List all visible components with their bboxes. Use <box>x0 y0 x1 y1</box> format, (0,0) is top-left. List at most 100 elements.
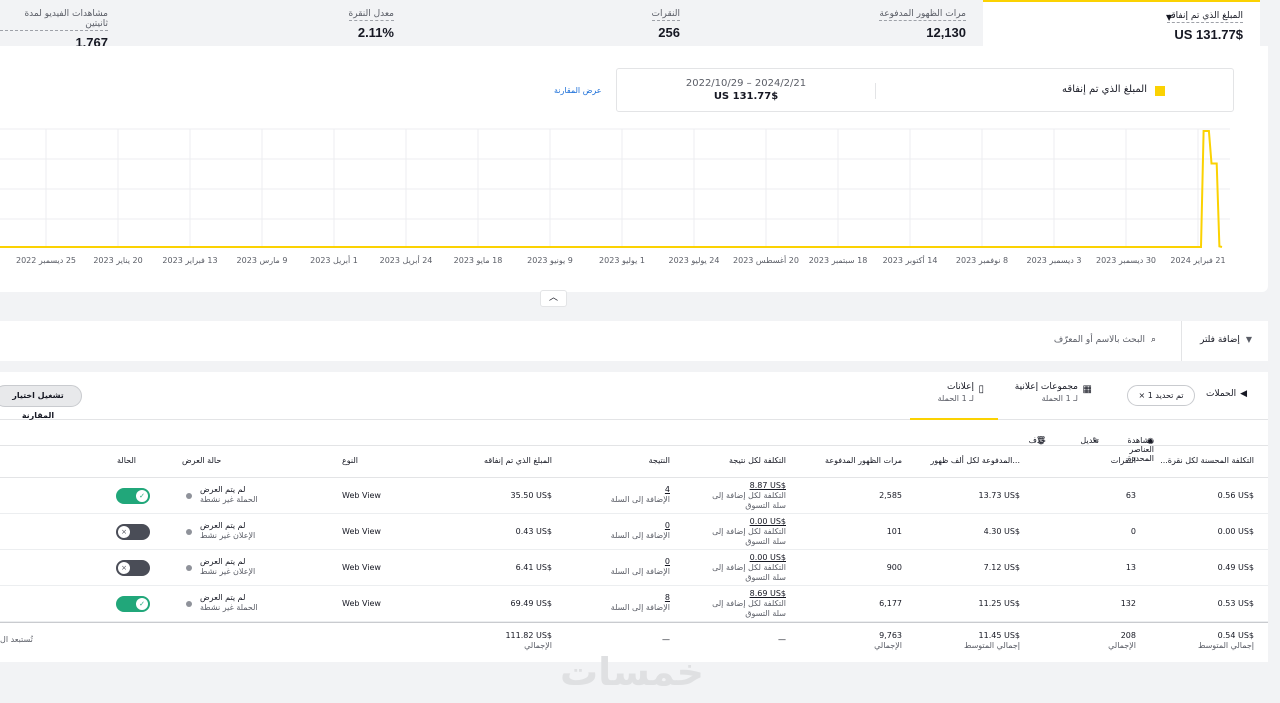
cell-result[interactable]: 0 <box>665 557 670 567</box>
metric-label: مشاهدات الفيديو لمدة ثانيتين <box>0 9 108 31</box>
selected-chip[interactable]: تم تحديد 1 × <box>1127 385 1195 406</box>
cell-cost-per-result[interactable]: 0.00 US$ <box>750 553 786 563</box>
total-impressions-label: الإجمالي <box>874 641 902 650</box>
close-icon[interactable]: × <box>1139 391 1146 400</box>
tab-campaigns[interactable]: ◀الحملات <box>1206 389 1247 399</box>
legend-metric-label: المبلغ الذي تم إنفاقه <box>1062 84 1147 95</box>
cell-cost-per-result[interactable]: 8.87 US$ <box>750 481 786 491</box>
chip-label: تم تحديد 1 <box>1147 391 1184 400</box>
x-tick-label: 1 أبريل 2023 <box>310 255 358 265</box>
metric-spend[interactable]: ▼ المبلغ الذي تم إنفاقه $US 131.77 <box>983 0 1260 46</box>
x-tick-label: 30 ديسمبر 2023 <box>1096 256 1156 265</box>
legend-amount: $US 131.77 <box>713 91 779 102</box>
status-toggle[interactable]: ✓ <box>116 488 150 504</box>
total-cost-per-result: — <box>778 635 786 644</box>
total-cpm-label: إجمالي المتوسط <box>963 641 1020 650</box>
add-filter-label: إضافة فلتر <box>1200 335 1240 345</box>
cell-impressions: 2,585 <box>879 491 902 500</box>
cell-delivery-sub: الإعلان غير نشط <box>200 567 256 576</box>
watermark-logo: خمسات <box>560 650 704 694</box>
col-impressions[interactable]: مرات الظهور المدفوعة <box>825 456 902 465</box>
cell-spend: 0.43 US$ <box>515 527 552 536</box>
chevron-up-icon[interactable]: ︿ <box>540 290 567 307</box>
cell-delivery: لم يتم العرض <box>200 593 246 602</box>
add-filter-button[interactable]: ▼ إضافة فلتر <box>1200 335 1252 345</box>
cell-result-sub: الإضافة إلى السلة <box>610 531 670 540</box>
bulk-actions: مشاهدة العناصر المحددة ◉ تعديل ✎ حذف 🗑 <box>0 420 1268 463</box>
cell-result[interactable]: 8 <box>665 593 670 603</box>
cell-delivery-sub: الحملة غير نشطة <box>200 603 258 612</box>
table-row[interactable]: 0.53 US$ 132 11.25 US$ 6,177 8.69 US$ التكلفة… <box>0 586 1268 622</box>
cell-cpm: 7.12 US$ <box>983 563 1020 572</box>
cell-cost-per-result[interactable]: 0.00 US$ <box>750 517 786 527</box>
megaphone-icon: ◀ <box>1240 389 1248 399</box>
metric-label: النقرات <box>651 9 680 21</box>
col-status[interactable]: الحالة <box>117 456 136 465</box>
check-icon: ✓ <box>136 598 148 610</box>
cell-cpc: 0.53 US$ <box>1217 599 1254 608</box>
metric-value: 2.11% <box>357 25 394 40</box>
tab-label: الحملات <box>1206 389 1237 399</box>
cell-clicks: 0 <box>1130 527 1136 536</box>
status-toggle[interactable]: × <box>116 524 150 540</box>
status-dot <box>186 529 192 535</box>
status-dot <box>186 565 192 571</box>
x-tick-label: 20 يناير 2023 <box>93 256 142 265</box>
cell-result[interactable]: 0 <box>665 521 670 531</box>
x-tick-label: 8 نوفمبر 2023 <box>956 256 1008 265</box>
x-tick-label: 21 فبراير 2024 <box>1170 256 1225 265</box>
metric-clicks[interactable]: النقرات 256 <box>600 0 680 46</box>
table-row[interactable]: 0.49 US$ 13 7.12 US$ 900 0.00 US$ التكلفة لكل… <box>0 550 1268 586</box>
cell-type: Web View <box>342 563 381 572</box>
status-toggle[interactable]: ✓ <box>116 596 150 612</box>
x-tick-label: 9 يونيو 2023 <box>527 256 573 265</box>
cell-type: Web View <box>342 527 381 536</box>
search-input[interactable]: ⌕ البحث بالاسم أو المعرّف <box>1054 335 1156 345</box>
cell-result-sub: الإضافة إلى السلة <box>610 567 670 576</box>
cell-cpc: 0.56 US$ <box>1217 491 1254 500</box>
metric-ctr[interactable]: معدل النقرة 2.11% <box>300 0 394 46</box>
cell-delivery: لم يتم العرض <box>200 557 246 566</box>
cell-cost-per-result[interactable]: 8.69 US$ <box>750 589 786 599</box>
tab-ads[interactable]: ▯ إعلانات لـ 1 الحملة <box>910 382 998 420</box>
metric-value: 12,130 <box>926 25 966 40</box>
metric-impressions[interactable]: مرات الظهور المدفوعة 12,130 <box>860 0 966 46</box>
table-card: ◀الحملات تم تحديد 1 × ▦ مجموعات إعلانية … <box>0 372 1268 662</box>
cell-impressions: 900 <box>886 563 902 572</box>
cell-cpc: 0.00 US$ <box>1217 527 1254 536</box>
metric-video-views[interactable]: مشاهدات الفيديو لمدة ثانيتين 1,767 <box>0 0 108 50</box>
table-row[interactable]: 0.00 US$ 0 4.30 US$ 101 0.00 US$ التكلفة لكل … <box>0 514 1268 550</box>
metric-label: معدل النقرة <box>348 9 394 21</box>
cell-delivery-sub: الإعلان غير نشط <box>200 531 256 540</box>
col-type[interactable]: النوع <box>342 456 358 465</box>
x-tick-label: 13 فبراير 2023 <box>162 256 217 265</box>
tab-label: إعلانات <box>947 382 974 392</box>
chevron-down-icon[interactable]: ▼ <box>1166 13 1172 22</box>
cell-delivery-sub: الحملة غير نشطة <box>200 495 258 504</box>
compare-link[interactable]: عرض المقارنة <box>554 86 602 95</box>
divider <box>1181 321 1182 361</box>
col-cpm[interactable]: ...المدفوعة لكل ألف ظهور <box>930 456 1020 465</box>
table-row[interactable]: 0.56 US$ 63 13.73 US$ 2,585 8.87 US$ التكلفة … <box>0 478 1268 514</box>
table-header: التكلفة المحسنة لكل نقرة... النقرات ...ا… <box>0 446 1268 478</box>
total-result: — <box>662 635 670 644</box>
status-toggle[interactable]: × <box>116 560 150 576</box>
cell-cpm: 4.30 US$ <box>983 527 1020 536</box>
close-icon: × <box>118 526 130 538</box>
tab-sublabel: لـ 1 الحملة <box>1041 394 1078 403</box>
cell-result-sub: الإضافة إلى السلة <box>610 495 670 504</box>
run-compare-button[interactable]: تشغيل اختيار المقارنة <box>0 385 82 420</box>
col-clicks[interactable]: النقرات <box>1111 456 1136 465</box>
cell-cost-per-result-sub: سلة التسوق <box>745 609 786 618</box>
tab-ad-groups[interactable]: ▦ مجموعات إعلانية لـ 1 الحملة <box>1014 382 1092 403</box>
col-result[interactable]: النتيجة <box>649 456 670 465</box>
cell-spend: 69.49 US$ <box>510 599 552 608</box>
col-cost-per-result[interactable]: التكلفة لكل نتيجة <box>729 456 786 465</box>
cell-result[interactable]: 4 <box>665 485 670 495</box>
col-spend[interactable]: المبلغ الذي تم إنفاقه <box>484 456 552 465</box>
search-icon: ⌕ <box>1150 335 1156 345</box>
cell-spend: 35.50 US$ <box>510 491 552 500</box>
col-cpc[interactable]: التكلفة المحسنة لكل نقرة... <box>1160 456 1254 465</box>
col-delivery[interactable]: حالة العرض <box>182 456 221 465</box>
x-tick-label: 25 ديسمبر 2022 <box>16 256 76 265</box>
